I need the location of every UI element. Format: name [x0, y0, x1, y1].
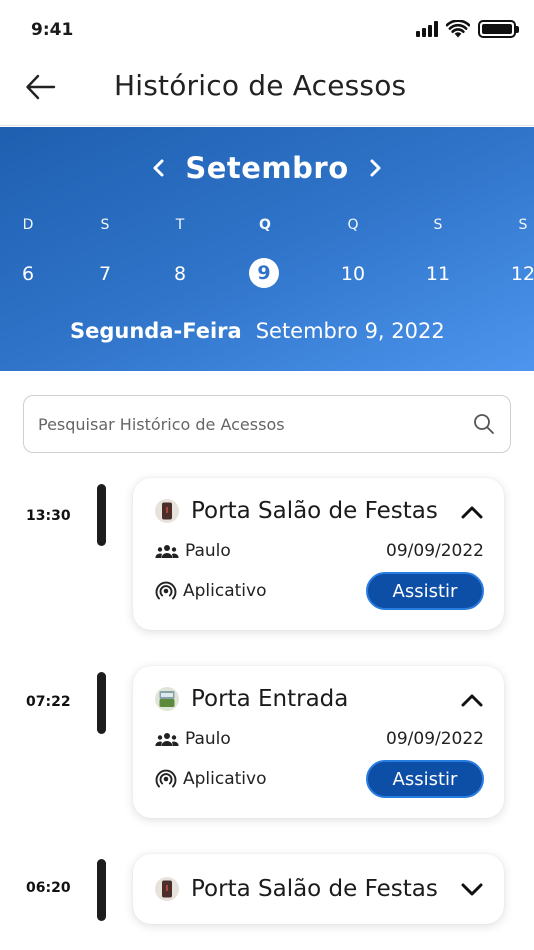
- weekday-label-active: Q: [259, 217, 271, 233]
- door-entrada-icon: [155, 687, 179, 711]
- card-header: Porta Salão de Festas: [155, 876, 438, 902]
- access-source: Aplicativo: [183, 769, 267, 789]
- calendar-day[interactable]: 8: [164, 258, 196, 290]
- entry-time: 06:20: [26, 880, 71, 896]
- search-icon[interactable]: [472, 412, 496, 436]
- chevron-up-icon[interactable]: [460, 692, 484, 708]
- access-card[interactable]: Porta Salão de Festas Paulo 09/09/2022 A…: [133, 478, 504, 630]
- search-box: [23, 395, 511, 453]
- watch-button[interactable]: Assistir: [366, 760, 484, 798]
- card-header: Porta Salão de Festas: [155, 498, 438, 524]
- selected-weekday: Segunda-Feira: [70, 319, 242, 343]
- chevron-up-icon[interactable]: [460, 504, 484, 520]
- app-header: Histórico de Acessos: [0, 56, 534, 126]
- door-salao-icon: [155, 877, 179, 901]
- user-name: Paulo: [185, 729, 231, 749]
- weekday-label: S: [433, 217, 443, 233]
- month-label: Setembro: [185, 151, 349, 185]
- door-salao-icon: [155, 499, 179, 523]
- timeline-bar: [97, 859, 106, 921]
- page-title: Histórico de Acessos: [114, 69, 407, 102]
- weekday-label: Q: [347, 217, 359, 233]
- people-icon: [155, 545, 179, 558]
- calendar-banner: Setembro D S T Q Q S S 6 7 8 9 10 11 12 …: [0, 127, 534, 371]
- arrow-left-icon: [26, 74, 56, 100]
- user-name: Paulo: [185, 541, 231, 561]
- back-button[interactable]: [24, 70, 58, 104]
- signal-icon: [416, 21, 438, 37]
- watch-button[interactable]: Assistir: [366, 572, 484, 610]
- signal-source-icon: [155, 581, 177, 600]
- weekday-label: T: [175, 217, 185, 233]
- prev-month-button[interactable]: [147, 155, 169, 181]
- battery-icon: [478, 20, 519, 38]
- user-row: Paulo 09/09/2022: [155, 729, 484, 749]
- calendar-day-selected[interactable]: 9: [249, 258, 279, 288]
- chevron-right-icon: [370, 159, 381, 177]
- people-icon: [155, 733, 179, 746]
- selected-date: Segunda-Feira Setembro 9, 2022: [70, 319, 445, 343]
- access-date: 09/09/2022: [386, 541, 484, 561]
- calendar-day[interactable]: 12: [507, 258, 534, 290]
- access-source: Aplicativo: [183, 581, 267, 601]
- entry-time: 07:22: [26, 694, 71, 710]
- weekday-label: S: [518, 217, 528, 233]
- selected-full-date: Setembro 9, 2022: [255, 319, 445, 343]
- chevron-down-icon[interactable]: [460, 882, 484, 898]
- status-icons: [416, 20, 519, 38]
- calendar-day[interactable]: 11: [422, 258, 454, 290]
- month-selector: Setembro: [0, 151, 534, 185]
- door-title: Porta Salão de Festas: [191, 876, 438, 902]
- calendar-day[interactable]: 10: [337, 258, 369, 290]
- status-bar: 9:41: [0, 0, 534, 56]
- calendar-day[interactable]: 6: [12, 258, 44, 290]
- calendar-day[interactable]: 7: [89, 258, 121, 290]
- timeline-bar: [97, 484, 106, 546]
- weekday-label: S: [100, 217, 110, 233]
- timeline-bar: [97, 672, 106, 734]
- access-date: 09/09/2022: [386, 729, 484, 749]
- weekday-label: D: [22, 217, 34, 233]
- user-row: Paulo 09/09/2022: [155, 541, 484, 561]
- card-header: Porta Entrada: [155, 686, 348, 712]
- chevron-left-icon: [153, 159, 164, 177]
- access-card[interactable]: Porta Entrada Paulo 09/09/2022 Aplicativ…: [133, 666, 504, 818]
- wifi-icon: [446, 20, 470, 38]
- next-month-button[interactable]: [365, 155, 387, 181]
- source-row: Aplicativo Assistir: [155, 572, 484, 610]
- door-title: Porta Salão de Festas: [191, 498, 438, 524]
- status-time: 9:41: [31, 20, 74, 40]
- search-input[interactable]: [38, 414, 472, 434]
- access-card[interactable]: Porta Salão de Festas: [133, 854, 504, 924]
- source-row: Aplicativo Assistir: [155, 760, 484, 798]
- door-title: Porta Entrada: [191, 686, 349, 712]
- entry-time: 13:30: [26, 508, 71, 524]
- signal-source-icon: [155, 769, 177, 788]
